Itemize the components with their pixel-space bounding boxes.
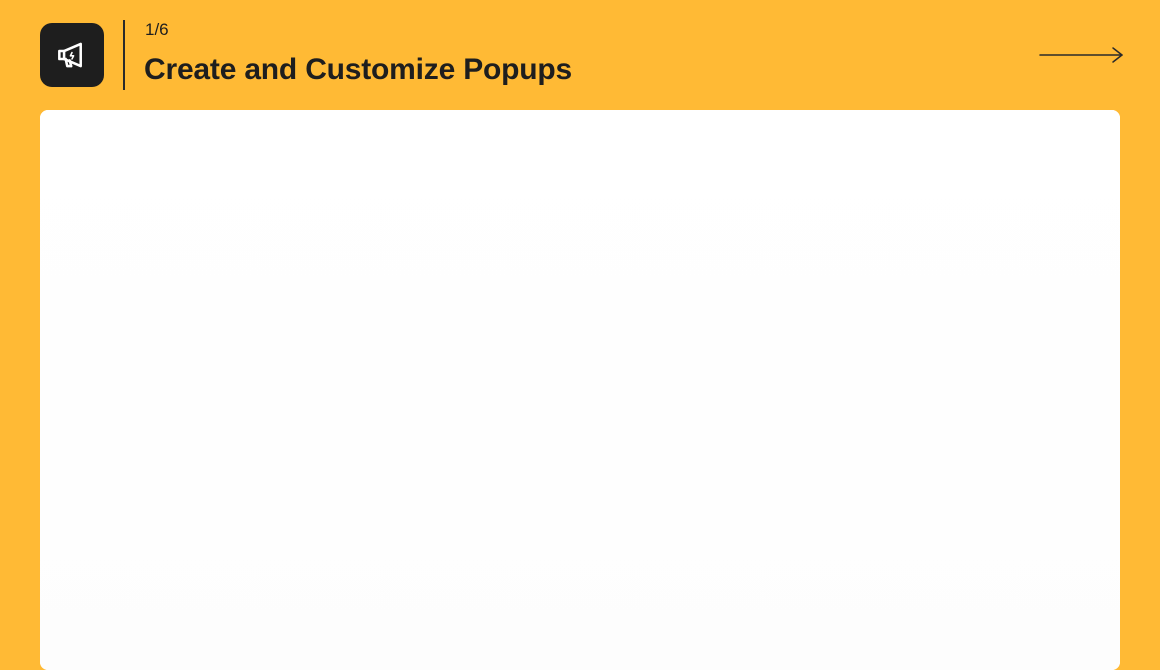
app-logo-tile	[40, 23, 104, 87]
megaphone-icon	[58, 42, 82, 68]
popup-preview-area	[40, 110, 1120, 670]
next-step-button[interactable]	[1038, 42, 1126, 68]
page-title: Create and Customize Popups	[144, 53, 573, 86]
header-divider	[123, 20, 125, 90]
step-counter: 1/6	[145, 20, 169, 39]
content-card	[40, 110, 1120, 670]
arrow-right-icon	[1039, 47, 1123, 63]
